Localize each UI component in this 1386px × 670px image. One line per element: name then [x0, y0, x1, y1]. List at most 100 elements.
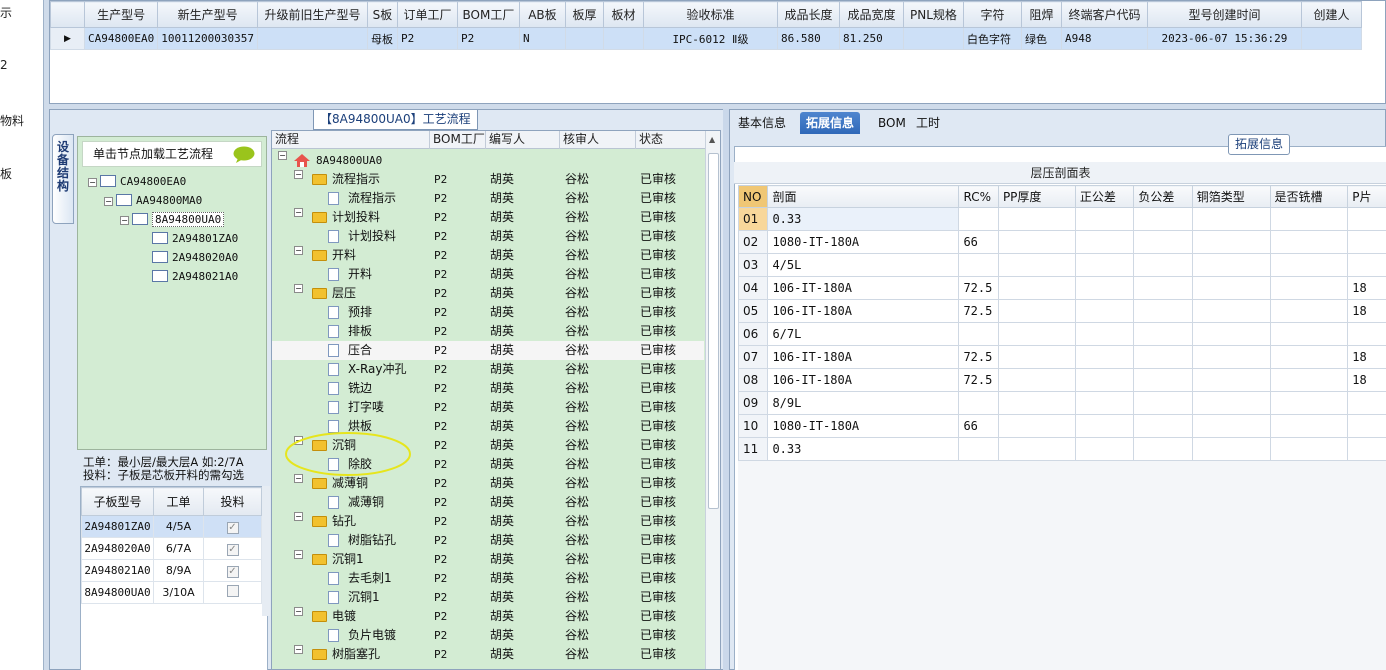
table-cell[interactable]: 06	[738, 322, 769, 346]
table-cell[interactable]: 10	[738, 414, 769, 438]
table-cell[interactable]	[256, 27, 368, 50]
table-cell[interactable]: IPC-6012 Ⅱ级	[642, 27, 778, 50]
table-cell[interactable]	[564, 27, 604, 50]
table-cell[interactable]	[958, 437, 999, 461]
col-header[interactable]: 终端客户代码	[1060, 1, 1148, 28]
table-cell[interactable]	[1133, 276, 1193, 300]
table-cell[interactable]	[958, 207, 999, 231]
table-cell[interactable]: 18	[1347, 276, 1386, 300]
table-cell[interactable]	[1269, 299, 1349, 323]
scrollbar-thumb[interactable]	[708, 153, 719, 509]
table-cell[interactable]	[902, 27, 964, 50]
col-header[interactable]: 子板型号	[81, 487, 154, 516]
tree-node[interactable]: − AA94800MA0	[104, 192, 202, 210]
col-header[interactable]: 状态	[636, 131, 706, 149]
col-header[interactable]: BOM工厂	[430, 131, 486, 149]
table-cell[interactable]: 86.580	[776, 27, 840, 50]
table-cell[interactable]: 白色字符	[962, 27, 1022, 50]
col-header[interactable]: PP厚度	[997, 185, 1076, 208]
table-cell[interactable]: 05	[738, 299, 769, 323]
table-cell[interactable]: 01	[738, 207, 769, 231]
table-cell[interactable]: 03	[738, 253, 769, 277]
table-cell[interactable]: 8/9L	[767, 391, 960, 415]
table-row[interactable]: 11 0.33	[738, 437, 1386, 461]
table-cell[interactable]	[1269, 322, 1349, 346]
table-cell[interactable]	[1269, 276, 1349, 300]
table-cell[interactable]	[1133, 437, 1193, 461]
table-cell[interactable]: 81.250	[838, 27, 904, 50]
table-cell[interactable]: 18	[1347, 345, 1386, 369]
collapse-icon[interactable]: −	[294, 170, 303, 179]
table-cell[interactable]	[1347, 207, 1386, 231]
col-header[interactable]: 型号创建时间	[1146, 1, 1302, 28]
table-cell[interactable]: ✓	[203, 559, 262, 582]
table-cell[interactable]	[1133, 207, 1193, 231]
table-cell[interactable]: 66	[958, 230, 999, 254]
table-cell[interactable]: 6/7A	[153, 537, 204, 560]
table-cell[interactable]	[1191, 276, 1271, 300]
table-cell[interactable]	[1191, 345, 1271, 369]
process-step-row[interactable]: 打字唛 P2 胡英 谷松 已审核	[272, 398, 704, 417]
process-step-row[interactable]: 减薄铜 P2 胡英 谷松 已审核	[272, 493, 704, 512]
table-cell[interactable]	[203, 581, 262, 604]
col-header[interactable]: 升级前旧生产型号	[256, 1, 368, 28]
table-cell[interactable]	[958, 253, 999, 277]
table-cell[interactable]	[1191, 437, 1271, 461]
table-cell[interactable]	[997, 345, 1076, 369]
tree-node[interactable]: 2A948021A0	[152, 268, 238, 286]
table-cell[interactable]	[1133, 253, 1193, 277]
table-cell[interactable]	[1191, 414, 1271, 438]
table-cell[interactable]	[1074, 299, 1135, 323]
table-cell[interactable]: 2023-06-07 15:36:29	[1146, 27, 1302, 50]
col-header[interactable]: 流程	[272, 131, 430, 149]
process-step-row[interactable]: 铣边 P2 胡英 谷松 已审核	[272, 379, 704, 398]
table-cell[interactable]	[1074, 437, 1135, 461]
table-cell[interactable]: 18	[1347, 299, 1386, 323]
table-cell[interactable]: 72.5	[958, 299, 999, 323]
col-header[interactable]: 生产型号	[83, 1, 159, 28]
col-header[interactable]: 正公差	[1074, 185, 1135, 208]
table-cell[interactable]	[1074, 230, 1135, 254]
process-step-row[interactable]: 排板 P2 胡英 谷松 已审核	[272, 322, 704, 341]
process-step-row[interactable]: 开料 P2 胡英 谷松 已审核	[272, 265, 704, 284]
table-cell[interactable]: 72.5	[958, 345, 999, 369]
table-cell[interactable]	[1347, 253, 1386, 277]
process-step-row[interactable]: X-Ray冲孔 P2 胡英 谷松 已审核	[272, 360, 704, 379]
process-step-row[interactable]: 去毛刺1 P2 胡英 谷松 已审核	[272, 569, 704, 588]
col-header[interactable]: 成品宽度	[838, 1, 904, 28]
table-cell[interactable]: 0.33	[767, 437, 960, 461]
table-cell[interactable]	[1347, 322, 1386, 346]
col-header[interactable]: 新生产型号	[157, 1, 258, 28]
col-header[interactable]: 字符	[962, 1, 1022, 28]
col-header[interactable]: 创建人	[1300, 1, 1362, 28]
col-header[interactable]: PNL规格	[902, 1, 964, 28]
table-cell[interactable]	[1133, 230, 1193, 254]
table-cell[interactable]	[997, 207, 1076, 231]
process-group-row[interactable]: − 层压 P2 胡英 谷松 已审核	[272, 284, 704, 303]
table-cell[interactable]: 4/5L	[767, 253, 960, 277]
table-cell[interactable]	[1300, 27, 1362, 50]
tree-node[interactable]: 2A948020A0	[152, 249, 238, 267]
table-cell[interactable]	[1269, 391, 1349, 415]
table-cell[interactable]	[997, 230, 1076, 254]
table-row[interactable]: 08 106-IT-180A 72.5 18	[738, 368, 1386, 392]
collapse-icon[interactable]: −	[294, 208, 303, 217]
table-cell[interactable]: 106-IT-180A	[767, 299, 960, 323]
feed-checkbox[interactable]: ✓	[226, 565, 239, 578]
col-header[interactable]: 板材	[602, 1, 644, 28]
table-cell[interactable]	[1074, 322, 1135, 346]
table-row[interactable]: 10 1080-IT-180A 66	[738, 414, 1386, 438]
process-step-row[interactable]: 沉铜1 P2 胡英 谷松 已审核	[272, 588, 704, 607]
table-cell[interactable]: 106-IT-180A	[767, 276, 960, 300]
col-header[interactable]: 是否铣槽	[1269, 185, 1349, 208]
table-row[interactable]: 09 8/9L	[738, 391, 1386, 415]
table-cell[interactable]	[1074, 391, 1135, 415]
table-cell[interactable]	[1269, 345, 1349, 369]
table-cell[interactable]: 02	[738, 230, 769, 254]
table-cell[interactable]	[1074, 414, 1135, 438]
strip-item[interactable]: 2	[0, 58, 8, 72]
process-group-row[interactable]: − 计划投料 P2 胡英 谷松 已审核	[272, 208, 704, 227]
table-cell[interactable]: 106-IT-180A	[767, 368, 960, 392]
table-cell[interactable]	[1133, 322, 1193, 346]
table-row[interactable]: 8A94800UA0 3/10A	[81, 581, 262, 604]
